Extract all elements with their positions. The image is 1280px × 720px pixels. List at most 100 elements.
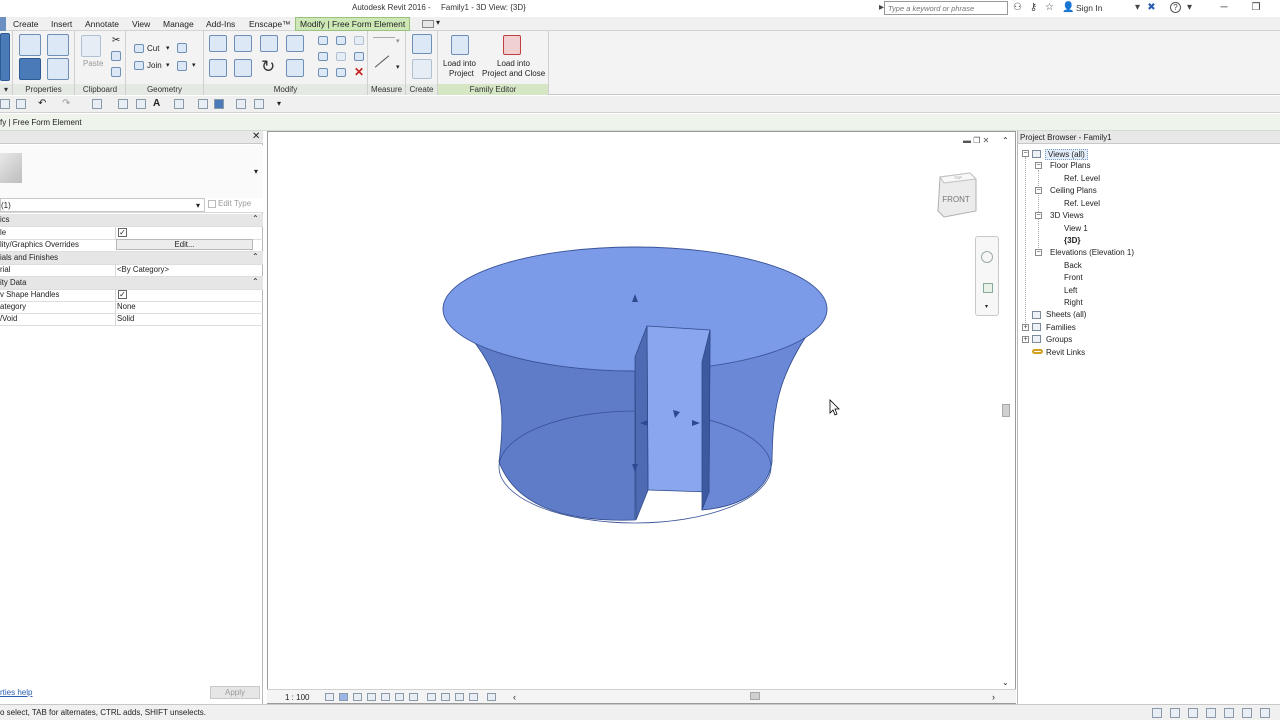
search-input[interactable] xyxy=(884,1,1008,15)
select-pinned-icon[interactable] xyxy=(1224,708,1234,718)
collapse-icon[interactable]: − xyxy=(1035,187,1042,194)
copy-icon[interactable] xyxy=(111,51,121,61)
group-materials-finishes[interactable]: ials and Finishes ⌃ xyxy=(0,252,263,265)
section-icon[interactable] xyxy=(198,99,208,109)
save-icon[interactable] xyxy=(0,99,10,109)
tab-view[interactable]: View xyxy=(132,18,150,30)
chevron-down-icon[interactable]: ▾ xyxy=(166,61,170,69)
app-menu-button[interactable] xyxy=(0,17,6,31)
visibility-edit-button[interactable]: Edit... xyxy=(116,239,253,250)
chevron-down-icon[interactable]: ▾ xyxy=(1132,2,1143,13)
shadows-icon[interactable] xyxy=(367,693,376,701)
match-properties-icon[interactable] xyxy=(111,67,121,77)
chevron-down-icon[interactable]: ▾ xyxy=(436,18,440,27)
join-label[interactable]: Join xyxy=(147,61,162,70)
type-selector[interactable]: (1) ▾ xyxy=(0,198,205,212)
tree-3d-view[interactable]: {3D} xyxy=(1064,236,1080,245)
edit-type-button[interactable]: Edit Type xyxy=(208,199,251,208)
tree-elevation-left[interactable]: Left xyxy=(1064,286,1077,295)
analytical-model-icon[interactable] xyxy=(469,693,478,701)
tree-ceiling-plans[interactable]: Ceiling Plans xyxy=(1050,186,1097,195)
chevron-down-icon[interactable]: ▾ xyxy=(396,37,400,45)
collapse-icon[interactable]: ⌃ xyxy=(252,252,259,261)
binoculars-icon[interactable]: ⚇ xyxy=(1012,2,1023,13)
type-properties-icon[interactable] xyxy=(47,34,69,56)
viewcube[interactable]: TOP FRONT xyxy=(936,171,978,219)
collapse-icon[interactable]: − xyxy=(1022,150,1029,157)
cut-icon[interactable]: ✂ xyxy=(112,35,120,46)
family-category-icon[interactable] xyxy=(47,58,69,80)
create-group-icon[interactable] xyxy=(412,59,432,79)
rotate-icon[interactable]: ↻ xyxy=(261,57,275,77)
select-underlay-icon[interactable] xyxy=(1206,708,1216,718)
tag-icon[interactable] xyxy=(136,99,146,109)
tree-3d-views[interactable]: 3D Views xyxy=(1050,211,1084,220)
cut-geometry-icon[interactable] xyxy=(134,44,144,53)
show-crop-icon[interactable] xyxy=(395,693,404,701)
chevron-down-icon[interactable]: ▾ xyxy=(254,167,258,176)
zoom-icon[interactable] xyxy=(983,283,993,293)
exchange-icon[interactable]: ✖ xyxy=(1146,2,1157,13)
scroll-left-icon[interactable]: ‹ xyxy=(513,692,516,702)
redo-icon[interactable]: ↷ xyxy=(62,98,70,109)
measure-between-references-icon[interactable] xyxy=(373,37,395,38)
collapse-icon[interactable]: ⌃ xyxy=(252,277,259,286)
temporary-properties-icon[interactable] xyxy=(455,693,464,701)
sun-path-icon[interactable] xyxy=(353,693,362,701)
key-icon[interactable]: ⚷ xyxy=(1028,2,1039,13)
switch-windows-icon[interactable] xyxy=(254,99,264,109)
chevron-down-icon[interactable]: ▾ xyxy=(277,99,281,108)
copy-element-icon[interactable] xyxy=(234,59,252,77)
solid-void-value[interactable]: Solid xyxy=(117,314,134,323)
tab-add-ins[interactable]: Add-Ins xyxy=(206,18,235,30)
free-form-element[interactable] xyxy=(268,132,1015,703)
trim-extend-icon[interactable] xyxy=(286,59,304,77)
collapse-icon[interactable]: − xyxy=(1035,212,1042,219)
scale-icon[interactable] xyxy=(336,52,346,61)
wall-joins-icon[interactable] xyxy=(177,43,187,53)
trim-single-icon[interactable] xyxy=(318,68,328,77)
split-gap-icon[interactable] xyxy=(336,36,346,45)
family-types-icon[interactable] xyxy=(19,58,41,80)
create-similar-icon[interactable] xyxy=(412,34,432,54)
worksets-icon[interactable] xyxy=(1152,708,1162,718)
close-icon[interactable]: ✕ xyxy=(252,131,260,142)
tree-ceiling-plan-ref-level[interactable]: Ref. Level xyxy=(1064,199,1100,208)
move-icon[interactable] xyxy=(209,59,227,77)
tree-elevations[interactable]: Elevations (Elevation 1) xyxy=(1050,248,1134,257)
collapse-icon[interactable]: − xyxy=(1035,162,1042,169)
tree-groups[interactable]: Groups xyxy=(1046,335,1072,344)
show-shape-handles-checkbox[interactable]: ✓ xyxy=(118,290,127,299)
dimension-icon[interactable] xyxy=(118,99,128,109)
chevron-down-icon[interactable]: ▾ xyxy=(396,63,400,71)
tree-floor-plans[interactable]: Floor Plans xyxy=(1050,161,1090,170)
collapse-icon[interactable]: − xyxy=(1035,249,1042,256)
close-hidden-windows-icon[interactable] xyxy=(236,99,246,109)
user-icon[interactable]: 👤 xyxy=(1062,2,1074,13)
maximize-button[interactable]: ❐ xyxy=(1248,1,1264,14)
group-graphics[interactable]: ics ⌃ xyxy=(0,214,263,227)
text-icon[interactable]: A xyxy=(153,98,160,109)
tree-elevation-right[interactable]: Right xyxy=(1064,298,1083,307)
split-element-icon[interactable] xyxy=(318,36,328,45)
tree-revit-links[interactable]: Revit Links xyxy=(1046,348,1085,357)
subcategory-value[interactable]: None xyxy=(117,302,136,311)
tree-elevation-back[interactable]: Back xyxy=(1064,261,1082,270)
tab-enscape[interactable]: Enscape™ xyxy=(249,18,291,30)
tree-floor-plan-ref-level[interactable]: Ref. Level xyxy=(1064,174,1100,183)
visual-style-icon[interactable] xyxy=(339,693,348,701)
mirror-axis-icon[interactable] xyxy=(260,35,278,52)
scroll-right-icon[interactable]: › xyxy=(992,692,995,702)
split-face-icon[interactable] xyxy=(177,61,187,71)
tab-modify-free-form-element[interactable]: Modify | Free Form Element xyxy=(295,17,411,31)
drag-elements-icon[interactable] xyxy=(1242,708,1252,718)
expand-icon[interactable]: + xyxy=(1022,324,1029,331)
tree-views-all[interactable]: Views (all) xyxy=(1045,149,1088,160)
align-icon[interactable] xyxy=(209,35,227,52)
default-3d-view-icon[interactable] xyxy=(174,99,184,109)
pin-icon[interactable] xyxy=(336,68,346,77)
chevron-down-icon[interactable]: ▾ xyxy=(166,44,170,52)
cut-label[interactable]: Cut xyxy=(147,44,159,53)
steering-wheel-icon[interactable] xyxy=(981,251,993,263)
collapse-icon[interactable]: ⌃ xyxy=(252,214,259,223)
